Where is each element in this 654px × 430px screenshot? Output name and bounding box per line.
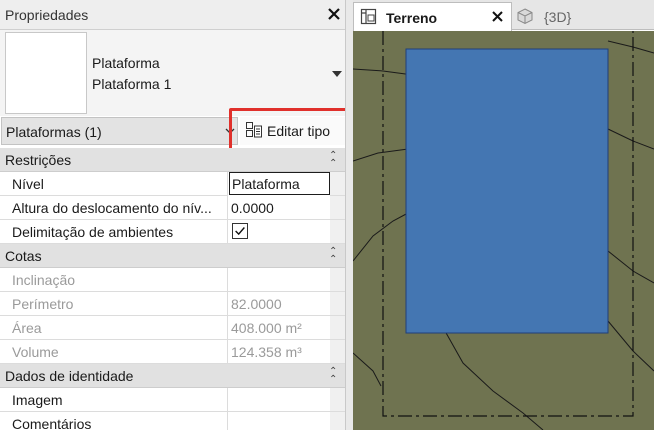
property-row-volume: Volume 124.358 m³ [0, 340, 345, 364]
close-icon[interactable] [490, 9, 505, 24]
property-name: Comentários [12, 416, 92, 430]
property-value[interactable]: 0.0000 [231, 200, 274, 216]
site-view-canvas[interactable] [353, 31, 654, 430]
3d-view-icon [517, 8, 533, 25]
group-restricoes[interactable]: Restrições ⌃ ⌃ [0, 148, 345, 172]
close-icon[interactable] [326, 6, 342, 22]
instance-filter-dropdown[interactable]: Plataformas (1) [1, 117, 238, 145]
caret-down-icon[interactable] [332, 71, 342, 77]
properties-palette: Propriedades Plataforma Plataforma 1 Pla… [0, 0, 352, 430]
panel-splitter[interactable] [345, 0, 353, 430]
group-cotas[interactable]: Cotas ⌃ ⌃ [0, 244, 345, 268]
tab-terreno[interactable]: Terreno [353, 2, 512, 31]
view-tab-bar: Terreno {3D} [353, 0, 654, 31]
tab-label: {3D} [544, 9, 572, 25]
level-value-field[interactable]: Plataforma [229, 172, 330, 195]
collapse-icon[interactable]: ⌃ ⌃ [329, 247, 337, 265]
collapse-icon[interactable]: ⌃ ⌃ [329, 367, 337, 385]
property-name: Inclinação [12, 272, 76, 288]
property-name: Imagem [12, 392, 63, 408]
edit-type-button[interactable]: Editar tipo [240, 117, 345, 145]
property-value: Plataforma [232, 176, 300, 192]
collapse-icon[interactable]: ⌃ ⌃ [329, 151, 337, 169]
property-name: Altura do deslocamento do nív... [12, 200, 212, 216]
property-name: Volume [12, 344, 59, 360]
property-value: 82.0000 [231, 296, 282, 312]
group-label: Dados de identidade [5, 368, 134, 384]
property-row-inclinacao: Inclinação [0, 268, 345, 292]
tab-label: Terreno [386, 10, 438, 26]
room-bounding-checkbox[interactable] [232, 223, 248, 239]
group-dados-identidade[interactable]: Dados de identidade ⌃ ⌃ [0, 364, 345, 388]
building-pad[interactable] [405, 48, 609, 334]
edit-type-icon [246, 122, 262, 138]
properties-title-bar: Propriedades [0, 0, 345, 30]
properties-title: Propriedades [5, 7, 89, 23]
site-drawing [353, 31, 654, 430]
edit-type-label: Editar tipo [267, 123, 331, 139]
property-row-offset[interactable]: Altura do deslocamento do nív... 0.0000 [0, 196, 345, 220]
property-row-room-bounding[interactable]: Delimitação de ambientes [0, 220, 345, 244]
property-value: 408.000 m² [231, 320, 302, 336]
tab-3d[interactable]: {3D} [513, 2, 654, 30]
property-row-area: Área 408.000 m² [0, 316, 345, 340]
site-plan-icon [360, 8, 377, 25]
property-name: Delimitação de ambientes [12, 224, 174, 240]
type-selector[interactable]: Plataforma Plataforma 1 [0, 30, 345, 116]
property-value: 124.358 m³ [231, 344, 302, 360]
property-name: Área [12, 320, 42, 336]
property-row-nivel[interactable]: Nível Plataforma [0, 172, 345, 196]
instance-filter-label: Plataformas (1) [6, 124, 102, 140]
group-label: Restrições [5, 152, 72, 168]
chevron-down-icon [225, 128, 235, 134]
property-row-imagem[interactable]: Imagem [0, 388, 345, 412]
property-row-comentarios[interactable]: Comentários [0, 412, 345, 430]
property-name: Nível [12, 176, 44, 192]
group-label: Cotas [5, 248, 42, 264]
property-name: Perímetro [12, 296, 74, 312]
type-thumbnail [5, 32, 87, 114]
property-row-perimetro: Perímetro 82.0000 [0, 292, 345, 316]
type-family-label: Plataforma [92, 55, 160, 71]
type-name-label: Plataforma 1 [92, 76, 172, 92]
